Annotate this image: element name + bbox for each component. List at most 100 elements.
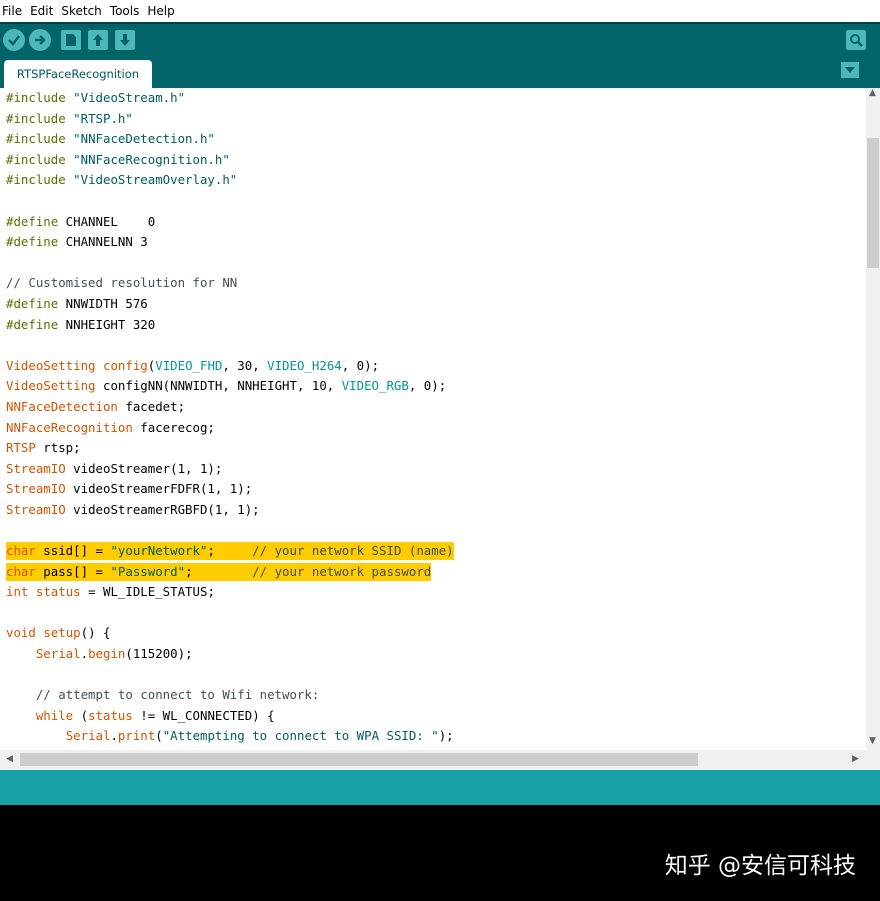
code-token: "Attempting to connect to WPA SSID: " [162,728,439,744]
code-token: pass[] = [35,563,111,579]
code-token: "Password" [110,563,186,579]
code-token: . [110,728,118,744]
code-token: VideoSetting [6,378,96,394]
code-token: videoStreamerRGBFD(1, 1); [65,501,260,517]
scroll-right-icon[interactable]: ▶ [852,754,859,764]
code-line: #define CHANNELNN 3 [6,232,454,253]
code-token: rtsp; [35,440,81,456]
code-token: #include [6,131,66,147]
open-button[interactable] [88,30,108,50]
vertical-scrollbar[interactable]: ▲ ▼ [866,88,880,750]
code-token: int [6,584,29,600]
code-token: Serial [65,728,111,744]
save-button[interactable] [115,30,135,50]
code-token: facerecog; [132,419,215,435]
tab-rtspfacerecognition[interactable]: RTSPFaceRecognition [4,60,152,88]
upload-button[interactable] [29,29,51,51]
scroll-up-icon[interactable]: ▲ [869,88,876,98]
code-token: // attempt to connect to Wifi network: [35,687,320,703]
open-icon [93,34,103,46]
code-token: NNHEIGHT 320 [58,316,156,332]
code-token: RTSP [6,440,36,456]
code-token: ); [438,728,454,744]
horizontal-scroll-thumb[interactable] [20,753,698,766]
highlighted-code: char ssid[] = "yourNetwork"; // your net… [6,542,454,561]
menu-edit[interactable]: Edit [30,4,53,18]
code-line: StreamIO videoStreamer(1, 1); [6,459,454,480]
menu-sketch[interactable]: Sketch [61,4,101,18]
code-editor[interactable]: #include "VideoStream.h" #include "RTSP.h… [0,88,866,750]
serial-monitor-button[interactable] [846,30,866,50]
horizontal-scrollbar[interactable]: ◀ ▶ [0,750,880,770]
code-line: void setup() { [6,623,454,644]
menu-bar: File Edit Sketch Tools Help [0,0,880,22]
code-token: "yourNetwork" [110,543,208,559]
code-line: VideoSetting configNN(NNWIDTH, NNHEIGHT,… [6,376,454,397]
code-line: Serial.begin(115200); [6,644,454,665]
code-token: () { [80,625,111,641]
code-token: #define [6,213,59,229]
code-token: ; [207,543,253,559]
code-token: NNFaceRecognition [6,419,133,435]
code-token: StreamIO [6,481,66,497]
tab-bar: RTSPFaceRecognition [0,55,880,88]
code-token: "NNFaceRecognition.h" [73,151,230,167]
code-token: setup [43,625,81,641]
code-token: // Customised resolution for NN [6,275,238,291]
scroll-down-icon[interactable]: ▼ [869,736,876,746]
menu-help[interactable]: Help [147,4,174,18]
highlighted-code: char pass[] = "Password"; // your networ… [6,562,432,581]
code-line: char ssid[] = "yourNetwork"; // your net… [6,541,454,562]
code-line: Serial.print("Attempting to connect to W… [6,726,454,747]
vertical-scroll-thumb[interactable] [867,138,879,268]
code-token: ( [155,728,163,744]
scroll-left-icon[interactable]: ◀ [6,754,13,764]
code-token: != WL_CONNECTED) { [132,707,275,723]
code-token: ( [73,707,89,723]
code-line: #include "NNFaceRecognition.h" [6,150,454,171]
code-text[interactable]: #include "VideoStream.h" #include "RTSP.h… [6,88,454,747]
code-token: "RTSP.h" [73,110,133,126]
code-line: StreamIO videoStreamerRGBFD(1, 1); [6,500,454,521]
code-token: , 0); [408,378,447,394]
code-line: #include "VideoStreamOverlay.h" [6,170,454,191]
code-token: #define [6,234,59,250]
code-token: CHANNEL 0 [58,213,156,229]
verify-button[interactable] [3,29,25,51]
code-token: NNFaceDetection [6,398,118,414]
code-line: // Customised resolution for NN [6,273,454,294]
upload-icon [35,35,46,45]
serial-monitor-icon [850,34,863,47]
code-token: #define [6,316,59,332]
code-line: StreamIO videoStreamerFDFR(1, 1); [6,479,454,500]
code-line: VideoSetting config(VIDEO_FHD, 30, VIDEO… [6,356,454,377]
code-line: NNFaceRecognition facerecog; [6,418,454,439]
code-token: while [35,707,74,723]
tab-menu-button[interactable] [841,62,859,78]
code-token: StreamIO [6,460,66,476]
code-line: char pass[] = "Password"; // your networ… [6,562,454,583]
new-icon [66,34,76,46]
menu-tools[interactable]: Tools [110,4,140,18]
toolbar [0,22,880,55]
code-token: #include [6,90,66,105]
code-line: #define NNWIDTH 576 [6,294,454,315]
code-line: #define CHANNEL 0 [6,212,454,233]
new-button[interactable] [61,30,81,50]
save-icon [120,34,130,46]
code-line: #define NNHEIGHT 320 [6,315,454,336]
code-token: status [88,707,133,723]
menu-file[interactable]: File [2,4,22,18]
code-token: configNN(NNWIDTH, NNHEIGHT, 10, [95,378,342,394]
code-token: Serial [35,646,81,662]
code-line: while (status != WL_CONNECTED) { [6,706,454,727]
